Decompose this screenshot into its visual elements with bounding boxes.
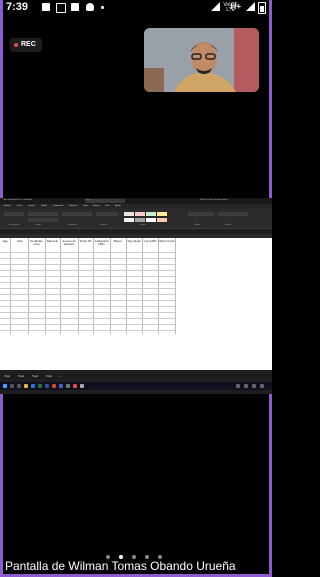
app-icon[interactable] — [73, 384, 77, 388]
menu-item[interactable]: Revisar — [93, 205, 100, 207]
menu-item[interactable]: Disposición — [53, 205, 63, 207]
grid-line — [0, 264, 175, 265]
powerpoint-icon[interactable] — [52, 384, 56, 388]
column-header-cell[interactable]: Pais — [12, 239, 28, 243]
notification-icon — [42, 3, 50, 11]
teams-icon[interactable] — [59, 384, 63, 388]
window-title: Libro de Notas Excel - Guardado — [3, 199, 33, 201]
menu-item[interactable]: Datos — [83, 205, 88, 207]
alignment-group[interactable] — [62, 212, 92, 216]
start-icon[interactable] — [3, 384, 7, 388]
style-normal[interactable] — [124, 212, 134, 216]
status-bar: 7:39 VoLTE LTE H+ — [0, 0, 272, 16]
excel-icon[interactable] — [38, 384, 42, 388]
grid-line — [0, 276, 175, 277]
font-style-group[interactable] — [28, 218, 58, 222]
app-icon[interactable] — [66, 384, 70, 388]
battery-icon — [258, 2, 266, 14]
column-header-cell[interactable]: Banco — [110, 239, 126, 243]
sheet-tab[interactable]: Hoja4 — [46, 375, 52, 378]
volume-icon[interactable] — [252, 384, 256, 388]
more-notifications-icon — [101, 6, 104, 9]
mobile-data-type: H+ — [230, 2, 241, 11]
grid-line — [175, 238, 176, 334]
facebook-icon — [71, 3, 79, 11]
column-header-cell[interactable]: Age — [0, 239, 10, 243]
column-header-cell[interactable]: Observación — [158, 239, 175, 243]
screen-share-caption: Pantalla de Wilman Tomas Obando Urueña — [5, 559, 236, 573]
style-explanatory[interactable] — [146, 218, 156, 222]
edge-icon[interactable] — [31, 384, 35, 388]
spreadsheet-empty-area[interactable] — [190, 238, 272, 370]
menu-item[interactable]: Archivo — [4, 205, 11, 207]
menu-item[interactable]: Ayuda — [115, 205, 121, 207]
participant-video[interactable] — [144, 28, 259, 92]
style-calc[interactable] — [124, 218, 134, 222]
editing-group[interactable] — [218, 212, 248, 216]
sheet-tab[interactable]: Hoja2 — [18, 375, 24, 378]
menu-item[interactable]: Dibujar — [41, 205, 47, 207]
windows-taskbar — [0, 382, 272, 390]
font-group[interactable] — [28, 212, 58, 216]
grid-line — [0, 318, 175, 319]
system-tray-icon[interactable] — [236, 384, 240, 388]
search-icon[interactable] — [10, 384, 14, 388]
sheet-tab[interactable]: Hoja1 — [4, 375, 10, 378]
folder-icon[interactable] — [24, 384, 28, 388]
column-header-cell[interactable]: Todos ID — [78, 239, 93, 243]
grid-line — [0, 252, 175, 253]
grid-line — [0, 258, 175, 259]
grid-line — [0, 288, 175, 289]
app-icon[interactable] — [80, 384, 84, 388]
cells-group[interactable] — [188, 212, 214, 216]
wifi-icon[interactable] — [244, 384, 248, 388]
snapchat-icon — [86, 3, 94, 11]
number-group[interactable] — [96, 212, 118, 216]
grid-line — [0, 294, 175, 295]
shared-screen: Libro de Notas Excel - Guardado Buscar W… — [0, 198, 272, 394]
style-neutral[interactable] — [157, 212, 167, 216]
column-header-cell[interactable]: Acceso de usuarios — [60, 239, 78, 247]
menu-item[interactable]: Insertar — [28, 205, 35, 207]
style-bad[interactable] — [135, 212, 145, 216]
signal-icon — [211, 2, 220, 11]
sheet-tabs: Hoja1 Hoja2 Hoja3 Hoja4 + — [0, 374, 272, 379]
grid-line — [0, 300, 175, 301]
grid-line — [0, 324, 175, 325]
menu-item[interactable]: Inicio — [17, 205, 22, 207]
user-name: Wilman Tomas Obando Urueña — [200, 199, 228, 201]
clock: 7:39 — [6, 1, 29, 13]
settings-icon — [56, 3, 66, 13]
style-check[interactable] — [135, 218, 145, 222]
add-sheet-button[interactable]: + — [60, 375, 61, 378]
signal-2-icon — [246, 2, 255, 11]
menu-item[interactable]: Fórmulas — [69, 205, 77, 207]
search-box[interactable]: Buscar — [85, 199, 125, 203]
record-dot-icon — [14, 43, 18, 47]
column-header-cell[interactable]: Problema clave — [28, 239, 45, 247]
column-header-cell[interactable]: Tipo mano — [126, 239, 142, 243]
column-header-cell[interactable]: Alineación UBG — [93, 239, 110, 247]
grid-line — [0, 282, 175, 283]
spreadsheet-grid[interactable]: Age Pais Problema clave Mercado Acceso d… — [0, 238, 190, 370]
task-view-icon[interactable] — [17, 384, 21, 388]
person-webcam-icon — [144, 28, 259, 92]
grid-line — [0, 306, 175, 307]
grid-line — [0, 312, 175, 313]
sheet-tab[interactable]: Hoja3 — [32, 375, 38, 378]
grid-line — [0, 270, 175, 271]
word-icon[interactable] — [45, 384, 49, 388]
menu-item[interactable]: Vista — [105, 205, 109, 207]
grid-line — [0, 330, 175, 331]
clock-icon[interactable] — [260, 384, 264, 388]
ribbon: Portapapeles Fuente Alineación Número Es… — [0, 209, 272, 228]
column-header-cell[interactable]: Con ADN — [142, 239, 158, 243]
style-input[interactable] — [157, 218, 167, 222]
recording-badge: REC — [10, 38, 42, 52]
column-header-cell[interactable]: Mercado — [45, 239, 60, 243]
style-good[interactable] — [146, 212, 156, 216]
clipboard-group[interactable] — [4, 212, 24, 216]
